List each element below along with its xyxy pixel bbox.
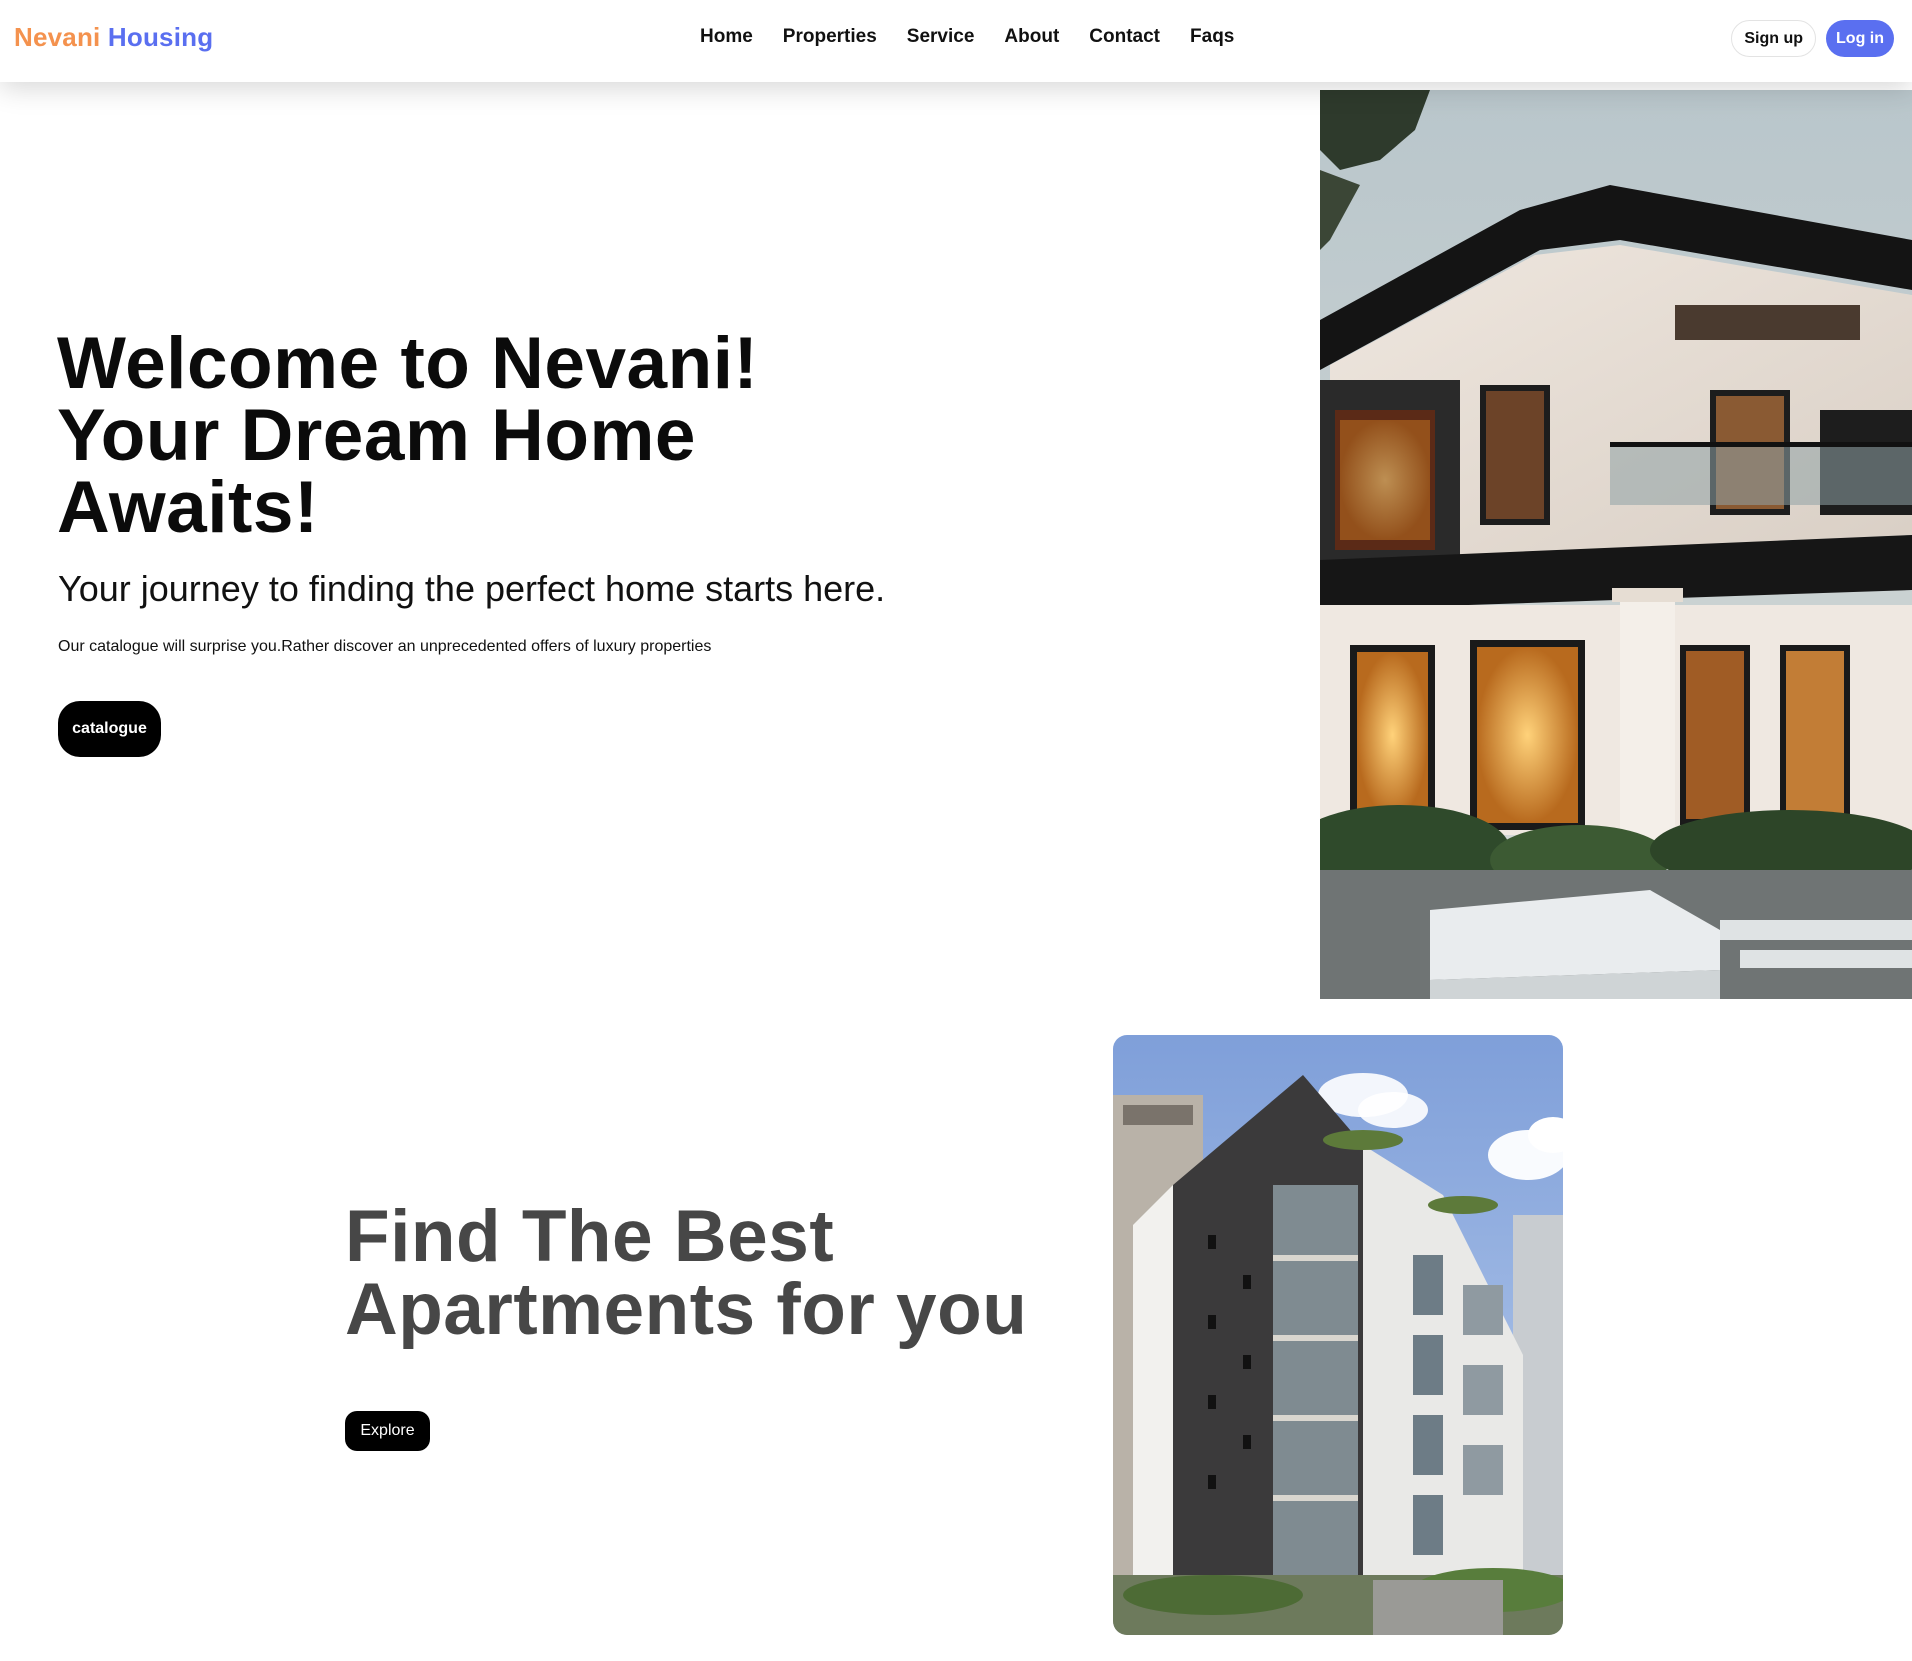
auth-buttons: Sign up Log in bbox=[1731, 20, 1894, 57]
nav-link-properties[interactable]: Properties bbox=[783, 24, 877, 50]
nav-link-contact[interactable]: Contact bbox=[1089, 24, 1160, 50]
hero-title: Welcome to Nevani! Your Dream Home Await… bbox=[57, 323, 857, 548]
nav-link-service[interactable]: Service bbox=[907, 24, 975, 50]
brand-logo[interactable]: Nevani Housing bbox=[14, 22, 213, 53]
hero-house-image bbox=[1320, 90, 1912, 999]
hero-title-line: Welcome to Nevani! bbox=[57, 323, 759, 404]
brand-name-part1: Nevani bbox=[14, 22, 101, 52]
nav-link-about[interactable]: About bbox=[1004, 24, 1059, 50]
hero-title-line: Awaits! bbox=[57, 467, 319, 548]
apartment-building-image bbox=[1113, 1035, 1563, 1635]
catalogue-button[interactable]: catalogue bbox=[58, 701, 161, 757]
hero-subtitle: Your journey to finding the perfect home… bbox=[58, 568, 886, 609]
hero-description: Our catalogue will surprise you.Rather d… bbox=[58, 638, 712, 655]
nav-link-faqs[interactable]: Faqs bbox=[1190, 24, 1234, 50]
hero-title-line: Your Dream Home bbox=[57, 395, 696, 476]
apartments-title-line: Find The Best bbox=[345, 1196, 835, 1277]
nav-link-home[interactable]: Home bbox=[700, 24, 753, 50]
login-button[interactable]: Log in bbox=[1826, 20, 1894, 57]
brand-name-part2: Housing bbox=[107, 22, 214, 52]
signup-button[interactable]: Sign up bbox=[1731, 20, 1817, 57]
apartments-title: Find The Best Apartments for you bbox=[345, 1200, 1105, 1346]
main-nav: Home Properties Service About Contact Fa… bbox=[700, 24, 1234, 50]
explore-button[interactable]: Explore bbox=[345, 1411, 430, 1451]
apartments-title-line: Apartments for you bbox=[345, 1269, 1028, 1350]
site-header: Nevani Housing Home Properties Service A… bbox=[0, 0, 1912, 82]
